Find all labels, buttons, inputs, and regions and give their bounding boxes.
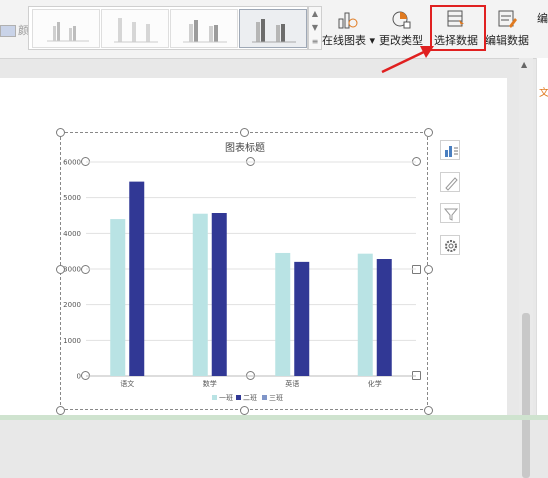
bar-语文-二班[interactable] <box>129 181 145 376</box>
legend-label[interactable]: 二班 <box>243 393 257 402</box>
y-tick-label: 4000 <box>63 230 81 238</box>
bar-英语-一班[interactable] <box>275 252 291 376</box>
bar-化学-一班[interactable] <box>357 253 373 376</box>
legend-swatch <box>262 395 267 400</box>
chart-canvas: 0 1000 2000 3000 4000 5000 6000 语文 数学 英语 化学 图表标题 一… <box>63 141 416 402</box>
bar-数学-二班[interactable] <box>211 213 227 376</box>
x-tick-label: 英语 <box>285 379 299 388</box>
bar-化学-二班[interactable] <box>376 259 392 376</box>
y-tick-label: 1000 <box>63 337 81 345</box>
y-tick-label: 0 <box>77 373 81 381</box>
y-tick-label: 5000 <box>63 194 81 202</box>
x-tick-label: 语文 <box>120 379 134 388</box>
bar-英语-二班[interactable] <box>294 261 310 376</box>
chart-title[interactable]: 图表标题 <box>225 141 265 154</box>
legend-label[interactable]: 三班 <box>269 393 283 402</box>
bar-数学-一班[interactable] <box>192 213 208 376</box>
y-tick-label: 6000 <box>63 159 81 167</box>
legend-swatch <box>212 395 217 400</box>
x-tick-label: 数学 <box>203 379 217 388</box>
y-tick-label: 2000 <box>63 301 81 309</box>
legend-label[interactable]: 一班 <box>219 393 233 402</box>
bar-语文-一班[interactable] <box>110 219 126 376</box>
x-tick-label: 化学 <box>368 379 382 388</box>
legend-swatch <box>236 395 241 400</box>
y-tick-label: 3000 <box>63 266 81 274</box>
